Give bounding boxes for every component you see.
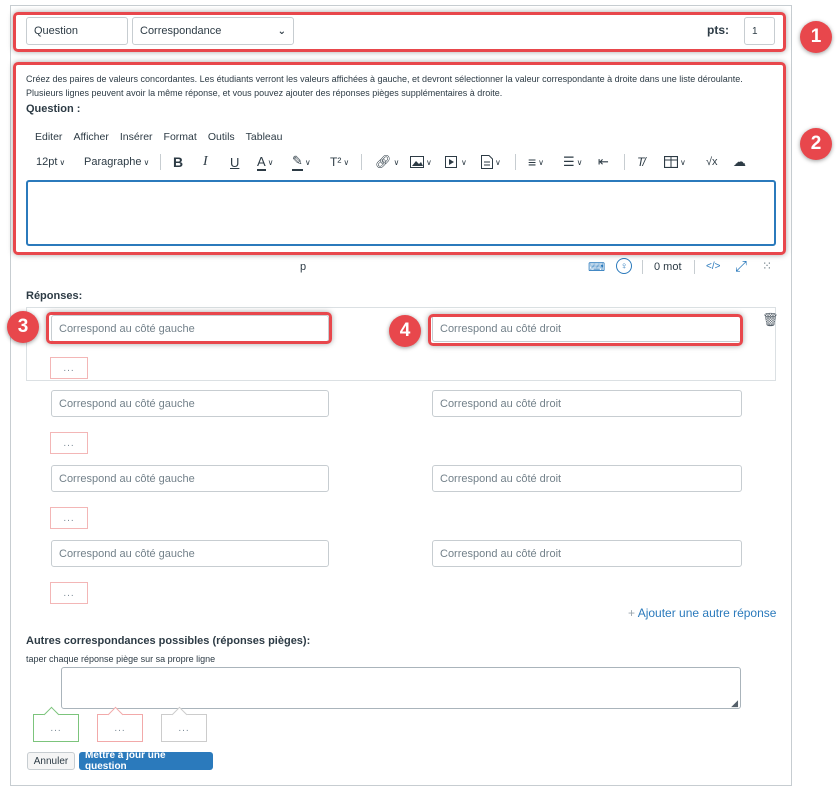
general-comment-bubble[interactable]: ... <box>161 714 207 742</box>
cancel-button[interactable]: Annuler <box>27 752 75 770</box>
add-answer-link[interactable]: + Ajouter une autre réponse <box>628 606 776 620</box>
right-match-input-3[interactable]: Correspond au côté droit <box>432 465 742 492</box>
plus-icon: + <box>628 606 636 620</box>
status-divider <box>642 260 643 274</box>
distractors-label: Autres correspondances possibles (répons… <box>26 635 311 647</box>
answers-label: Réponses: <box>26 290 83 302</box>
answer-comment-button[interactable]: ... <box>50 432 88 454</box>
answer-comment-button[interactable]: ... <box>50 582 88 604</box>
answer-comment-button[interactable]: ... <box>50 507 88 529</box>
resize-handle-icon[interactable]: ⁙ <box>762 259 772 273</box>
trash-icon[interactable]: 🗑︎ <box>762 312 779 328</box>
left-match-input-3[interactable]: Correspond au côté gauche <box>51 465 329 492</box>
distractors-textarea[interactable]: ◢ <box>61 667 741 709</box>
highlight-box-4 <box>428 314 743 346</box>
callout-badge-2: 2 <box>800 128 832 160</box>
html-editor-toggle[interactable]: </> <box>706 261 720 272</box>
left-match-input-2[interactable]: Correspond au côté gauche <box>51 390 329 417</box>
answer-comment-button[interactable]: ... <box>50 357 88 379</box>
word-count: 0 mot <box>654 261 682 273</box>
wrong-comment-bubble[interactable]: ... <box>97 714 143 742</box>
highlight-box-1 <box>13 12 786 52</box>
callout-badge-4: 4 <box>389 315 421 347</box>
fullscreen-icon[interactable]: ⤢ <box>735 258 747 275</box>
editor-path: p <box>300 261 307 273</box>
callout-badge-3: 3 <box>7 311 39 343</box>
correct-comment-bubble[interactable]: ... <box>33 714 79 742</box>
callout-badge-1: 1 <box>800 21 832 53</box>
add-answer-label: Ajouter une autre réponse <box>637 606 777 620</box>
right-match-input-2[interactable]: Correspond au côté droit <box>432 390 742 417</box>
highlight-box-3 <box>46 312 332 344</box>
right-match-input-4[interactable]: Correspond au côté droit <box>432 540 742 567</box>
distractors-hint: taper chaque réponse piège sur sa propre… <box>26 654 216 664</box>
resize-grip-icon: ◢ <box>731 698 738 708</box>
keyboard-icon[interactable]: ⌨︎ <box>588 260 605 274</box>
left-match-input-4[interactable]: Correspond au côté gauche <box>51 540 329 567</box>
update-question-button[interactable]: Mettre à jour une question <box>79 750 213 772</box>
status-divider <box>694 260 695 274</box>
accessibility-icon[interactable]: ♀︎ <box>616 258 632 274</box>
highlight-box-2 <box>13 62 786 255</box>
